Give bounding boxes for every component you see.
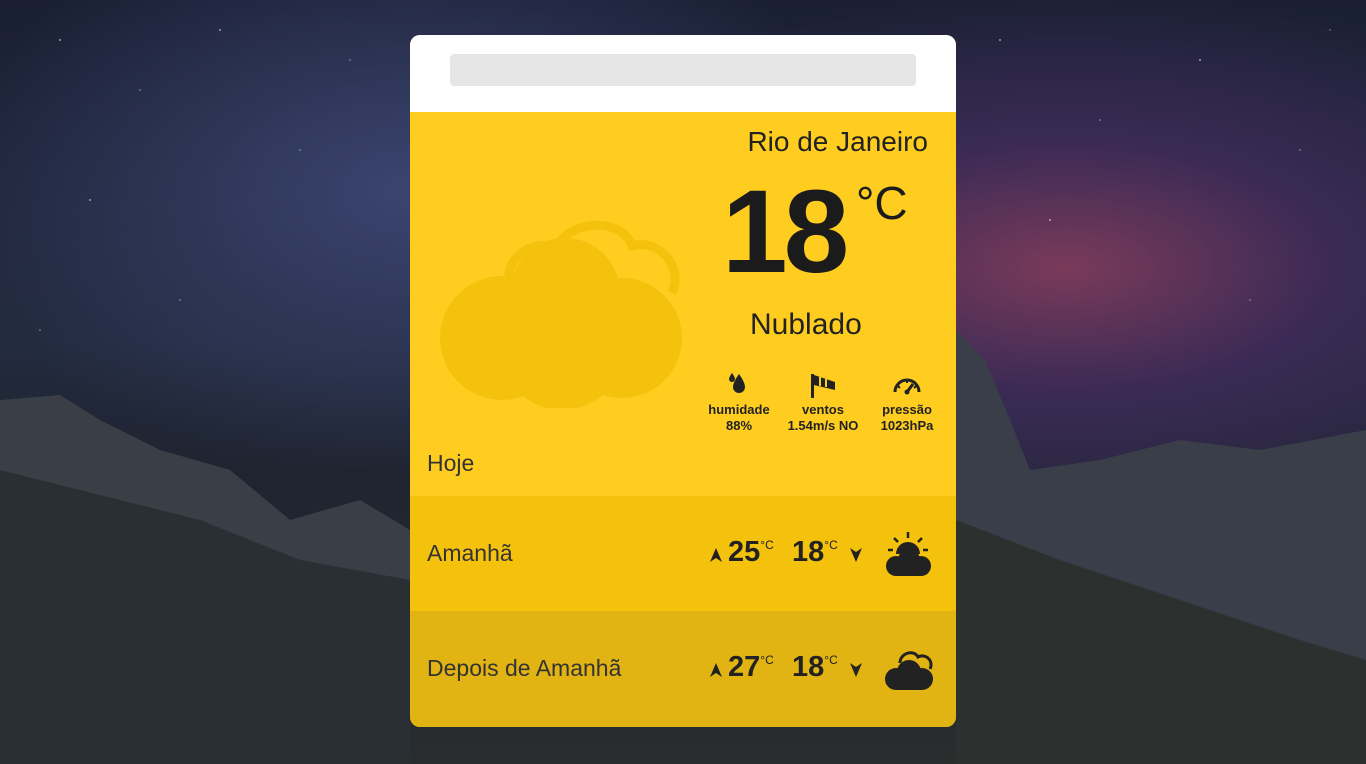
forecast-low-unit: °C bbox=[824, 538, 838, 552]
search-bar bbox=[410, 35, 956, 112]
forecast-day: Depois de Amanhã bbox=[427, 655, 622, 681]
search-input[interactable] bbox=[450, 54, 916, 86]
arrow-down-icon bbox=[850, 663, 862, 677]
weather-condition: Nublado bbox=[750, 308, 862, 341]
windsock-icon bbox=[811, 374, 835, 398]
arrow-up-icon bbox=[710, 548, 722, 562]
arrow-down-icon bbox=[850, 548, 862, 562]
forecast-high: 25°C bbox=[728, 536, 774, 569]
forecast-high-unit: °C bbox=[760, 538, 774, 552]
weather-card: Rio de Janeiro 18 °C Nublado humidade 88… bbox=[410, 35, 956, 727]
humidity-drops-icon bbox=[729, 373, 745, 393]
humidity-stat: humidade 88% bbox=[694, 372, 784, 434]
forecast-high-value: 27 bbox=[728, 651, 761, 683]
city-name: Rio de Janeiro bbox=[747, 126, 928, 157]
forecast-low-unit: °C bbox=[824, 653, 838, 667]
forecast-high-unit: °C bbox=[760, 653, 774, 667]
sun-behind-cloud-icon bbox=[886, 532, 931, 576]
forecast-day: Amanhã bbox=[427, 540, 513, 566]
forecast-high-value: 25 bbox=[728, 536, 761, 568]
wind-value: 1.54m/s NO bbox=[787, 418, 859, 433]
forecast-low-value: 18 bbox=[792, 651, 825, 683]
pressure-label: pressão bbox=[882, 402, 932, 417]
weather-stats: humidade 88% ventos 1.54m/s NO pressão 1… bbox=[694, 372, 950, 452]
temperature-unit: °C bbox=[856, 177, 908, 229]
forecast-low: 18°C bbox=[792, 536, 838, 569]
pressure-stat: pressão 1023hPa bbox=[862, 372, 952, 434]
wind-label: ventos bbox=[802, 402, 844, 417]
current-temperature: 18 bbox=[722, 166, 849, 298]
forecast-row[interactable]: Amanhã 25°C 18°C bbox=[410, 496, 956, 611]
today-label: Hoje bbox=[427, 450, 475, 476]
cloud-icon bbox=[440, 220, 682, 408]
pressure-gauge-icon bbox=[893, 378, 921, 395]
forecast-row[interactable]: Depois de Amanhã 27°C 18°C bbox=[410, 611, 956, 727]
humidity-label: humidade bbox=[708, 402, 770, 417]
clouds-icon bbox=[885, 651, 933, 690]
humidity-value: 88% bbox=[725, 418, 753, 433]
pressure-value: 1023hPa bbox=[880, 418, 934, 433]
today-panel: Rio de Janeiro 18 °C Nublado humidade 88… bbox=[410, 112, 956, 496]
arrow-up-icon bbox=[710, 663, 722, 677]
wind-stat: ventos 1.54m/s NO bbox=[778, 372, 868, 434]
forecast-low-value: 18 bbox=[792, 536, 825, 568]
forecast-low: 18°C bbox=[792, 651, 838, 684]
forecast-high: 27°C bbox=[728, 651, 774, 684]
